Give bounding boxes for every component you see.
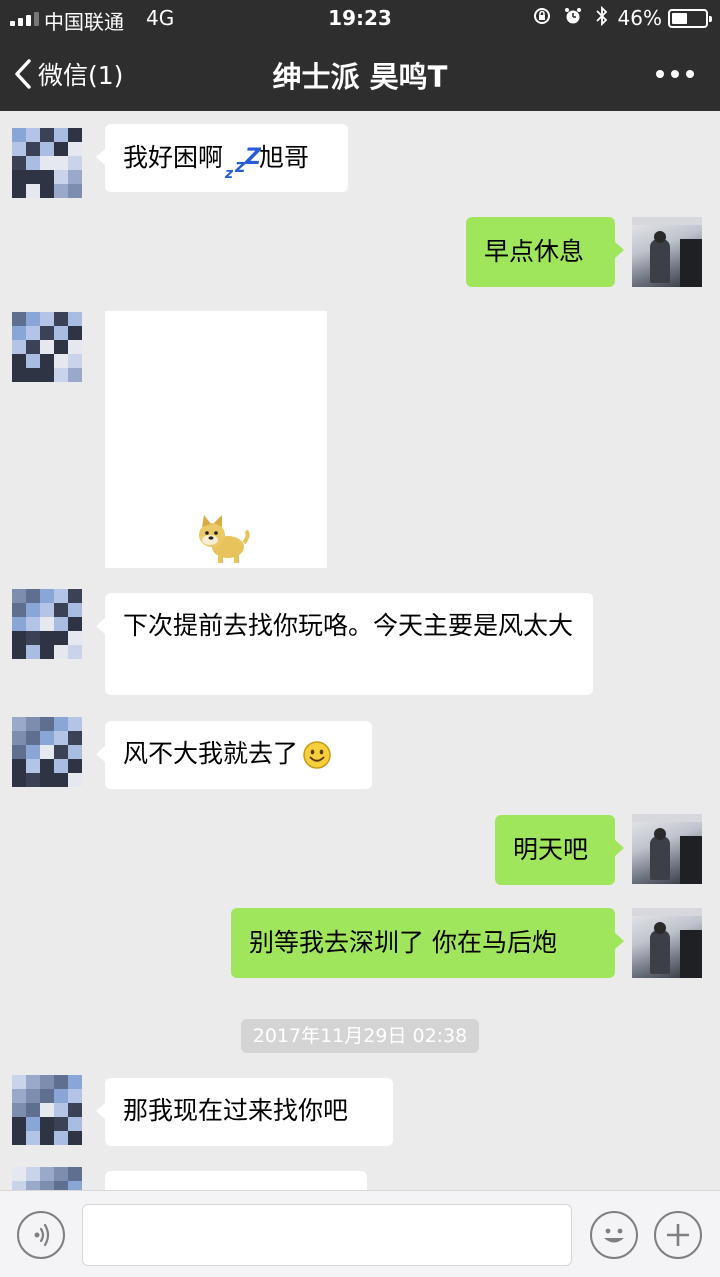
message-bubble-incoming[interactable]: 我好困啊 z z Z 旭哥: [96, 124, 348, 192]
my-avatar[interactable]: [632, 814, 702, 884]
message-text: 那我现在过来找你吧: [123, 1096, 349, 1125]
plus-button[interactable]: [654, 1211, 702, 1259]
message-bubble-outgoing[interactable]: 明天吧: [495, 815, 624, 885]
more-dots-icon[interactable]: [656, 70, 694, 78]
message-bubble-outgoing[interactable]: 别等我去深圳了 你在马后炮: [231, 908, 624, 978]
battery-icon: [668, 9, 712, 28]
contact-avatar[interactable]: [12, 717, 82, 787]
contact-avatar[interactable]: [12, 1167, 82, 1190]
message-input[interactable]: [82, 1204, 572, 1266]
top-bar: 中国联通 4G 19:23 46% 微信(1) 绅士派 昊鸣T: [0, 0, 720, 111]
sleepy-zzz-icon: zzZ: [225, 145, 261, 182]
message-bubble-incoming[interactable]: 风不大我就去了: [96, 721, 372, 789]
message-text: 早点休息: [484, 237, 585, 266]
status-icons: [533, 5, 608, 28]
smile-emoji-icon: [303, 741, 331, 769]
message-bubble-incoming[interactable]: 下次提前去找你玩咯。今天主要是风太大: [96, 593, 593, 695]
doge-dog-sticker: [199, 515, 250, 563]
nav-bar: 微信(1) 绅士派 昊鸣T: [0, 36, 720, 111]
contact-avatar[interactable]: [12, 312, 82, 382]
message-text: 我好困啊: [123, 143, 224, 172]
contact-avatar[interactable]: [12, 589, 82, 659]
message-bubble-incoming[interactable]: [105, 1171, 367, 1190]
chat-title: 绅士派 昊鸣T: [272, 60, 448, 94]
voice-button[interactable]: [17, 1211, 65, 1259]
alarm-icon: [565, 8, 582, 24]
message-text-after: 旭哥: [259, 143, 310, 172]
message-text: 风不大我就去了: [123, 739, 299, 768]
emoji-button[interactable]: [590, 1211, 638, 1259]
lock-rotation-icon: [533, 8, 550, 24]
contact-avatar[interactable]: [12, 128, 82, 198]
message-text: 明天吧: [513, 835, 589, 864]
message-text: 别等我去深圳了 你在马后炮: [249, 928, 557, 957]
message-text: 下次提前去找你玩咯。今天主要是风太大: [123, 611, 574, 640]
battery-percent: 46%: [617, 6, 662, 30]
plus-icon: [667, 1224, 689, 1246]
voice-icon: [34, 1223, 50, 1247]
status-time: 19:23: [328, 6, 392, 30]
message-bubble-outgoing[interactable]: 早点休息: [466, 217, 624, 287]
status-bar: 中国联通 4G 19:23 46%: [0, 0, 720, 36]
input-bar: [0, 1190, 720, 1277]
emoji-icon: [604, 1228, 624, 1243]
message-list[interactable]: 我好困啊 z z Z 旭哥 早点休息 下次提前去找你玩咯。今天主要是风太大 风不大我就去…: [0, 111, 720, 1190]
my-avatar[interactable]: [632, 217, 702, 287]
battery-fill: [672, 13, 687, 24]
my-avatar[interactable]: [632, 908, 702, 978]
bluetooth-icon: [596, 5, 608, 27]
timestamp-divider: 2017年11月29日 02:38: [241, 1019, 479, 1053]
message-bubble-incoming[interactable]: 那我现在过来找你吧: [96, 1078, 393, 1146]
contact-avatar[interactable]: [12, 1075, 82, 1145]
sticker-message[interactable]: [105, 311, 327, 568]
